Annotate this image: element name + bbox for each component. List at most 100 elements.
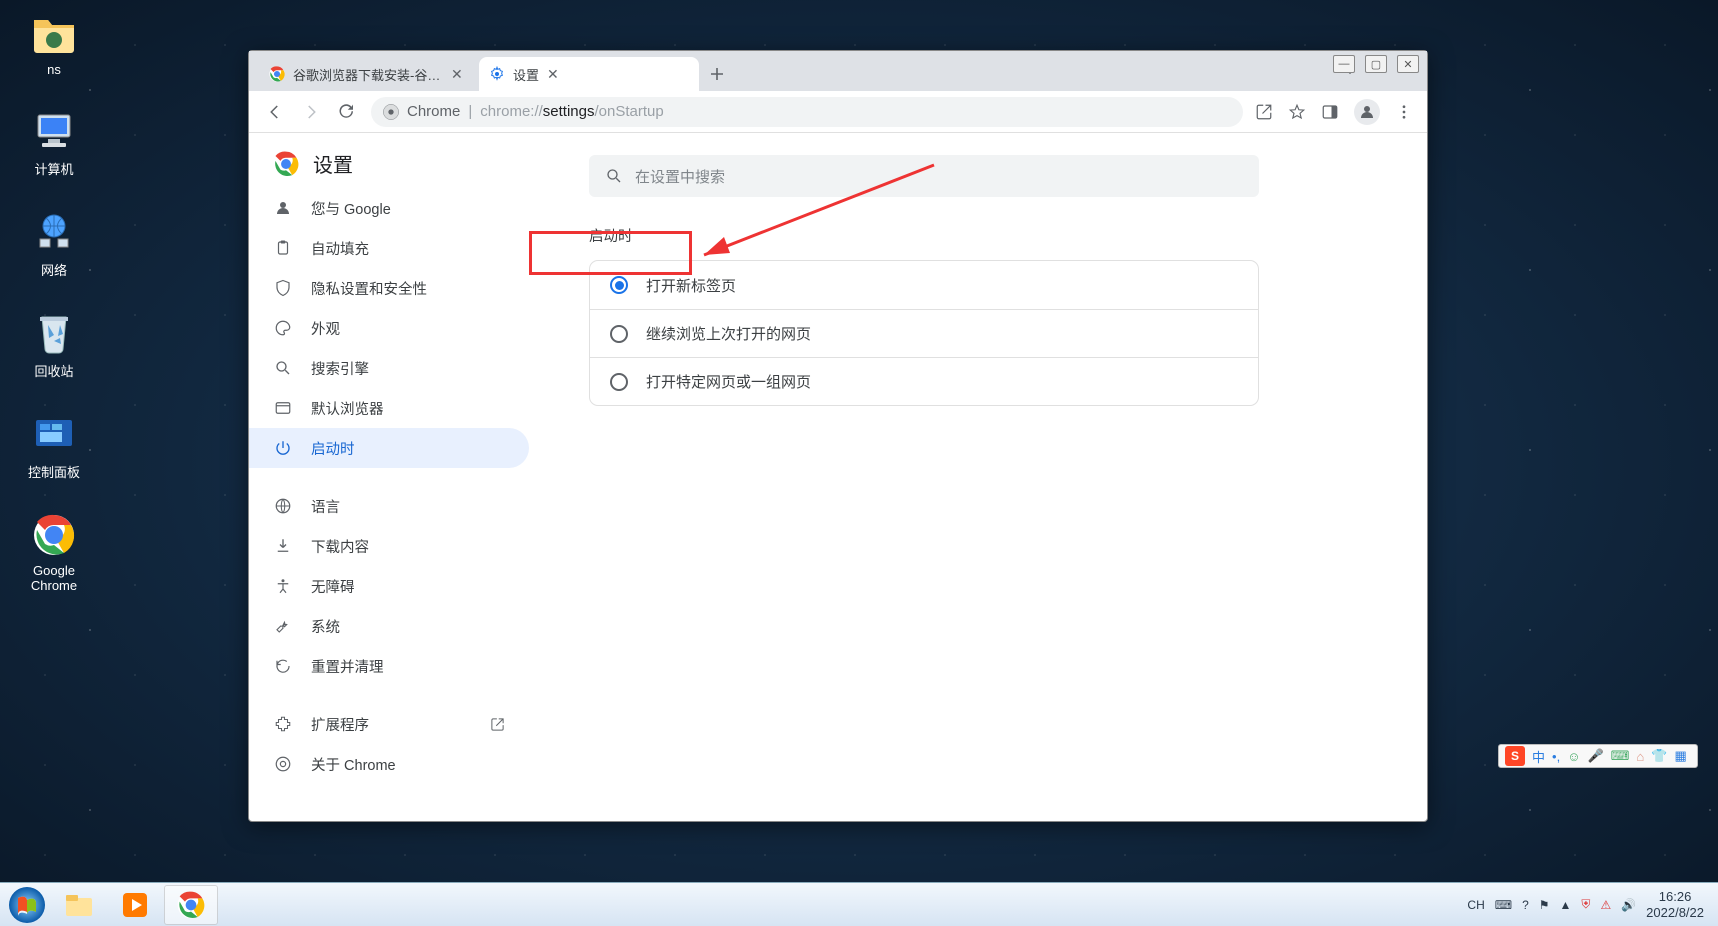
sidebar-item-search[interactable]: 搜索引擎 (249, 348, 529, 388)
browser-icon (273, 399, 293, 417)
desktop-icon-label: 回收站 (34, 361, 73, 380)
new-tab-button[interactable] (703, 60, 731, 88)
sidebar-item-reset[interactable]: 重置并清理 (249, 646, 529, 686)
chrome-outline-icon (273, 755, 293, 773)
desktop-icon-computer[interactable]: 计算机 (10, 107, 98, 178)
ime-tool-icon[interactable]: 👕 (1651, 748, 1667, 764)
ime-lang[interactable]: 中 (1532, 747, 1545, 766)
close-tab-icon[interactable]: ✕ (547, 67, 559, 81)
sidebar-item-autofill[interactable]: 自动填充 (249, 228, 529, 268)
back-button[interactable] (263, 100, 287, 124)
sidebar-item-privacy[interactable]: 隐私设置和安全性 (249, 268, 529, 308)
close-button[interactable]: ✕ (1397, 55, 1419, 73)
sidebar-item-downloads[interactable]: 下载内容 (249, 526, 529, 566)
tray-security-icon[interactable]: ⛨ (1581, 897, 1590, 912)
tray-action-center-icon[interactable]: ⚑ (1539, 898, 1550, 912)
start-button[interactable] (6, 884, 48, 926)
settings-header: 设置 (249, 149, 529, 188)
desktop-icon-label: 计算机 (34, 159, 73, 178)
tray-volume-icon[interactable]: 🔊 (1621, 898, 1636, 912)
download-icon (273, 537, 293, 555)
tray-network-icon[interactable]: ⚠ (1600, 898, 1611, 912)
clipboard-icon (273, 239, 293, 257)
sogou-logo-icon: S (1505, 746, 1525, 766)
taskbar: CH ⌨ ? ⚑ ▲ ⛨ ⚠ 🔊 16:26 2022/8/22 (0, 882, 1718, 926)
share-icon[interactable] (1255, 103, 1273, 121)
sidebar-item-default-browser[interactable]: 默认浏览器 (249, 388, 529, 428)
control-panel-icon (30, 410, 78, 458)
sidebar-item-about[interactable]: 关于 Chrome (249, 744, 529, 784)
tray-help-icon[interactable]: ? (1522, 898, 1529, 912)
sidebar-item-label: 默认浏览器 (311, 398, 384, 419)
sidebar-item-label: 外观 (311, 318, 340, 339)
tray-lang[interactable]: CH (1467, 898, 1484, 912)
chrome-product-icon (383, 104, 399, 120)
side-panel-icon[interactable] (1321, 103, 1339, 121)
radio-icon (610, 325, 628, 343)
ime-smiley-icon[interactable]: ☺ (1567, 749, 1580, 764)
minimize-button[interactable]: — (1333, 55, 1355, 73)
url-input[interactable]: Chrome | chrome://settings/onStartup (371, 97, 1243, 127)
sidebar-item-you-and-google[interactable]: 您与 Google (249, 188, 529, 228)
desktop-icon-chrome[interactable]: Google Chrome (10, 511, 98, 593)
forward-button[interactable] (299, 100, 323, 124)
ime-keyboard-icon[interactable]: ⌨ (1611, 748, 1630, 764)
system-tray: CH ⌨ ? ⚑ ▲ ⛨ ⚠ 🔊 16:26 2022/8/22 (1467, 889, 1712, 920)
ime-skin-icon[interactable]: ⌂ (1636, 749, 1644, 764)
settings-search-input[interactable]: 在设置中搜索 (589, 155, 1259, 197)
option-label: 打开新标签页 (646, 275, 736, 296)
url-prefix: chrome:// (480, 103, 543, 120)
taskbar-media-player[interactable] (108, 885, 162, 925)
chrome-logo-icon (273, 151, 299, 177)
tab-title: 谷歌浏览器下载安装-谷歌浏览器 (293, 65, 443, 84)
sidebar-item-label: 重置并清理 (311, 656, 384, 677)
sidebar-item-label: 系统 (311, 616, 340, 637)
option-label: 打开特定网页或一组网页 (646, 371, 811, 392)
tray-keyboard-icon[interactable]: ⌨ (1495, 898, 1512, 912)
sidebar-item-system[interactable]: 系统 (249, 606, 529, 646)
tab-active[interactable]: 设置 ✕ (479, 57, 699, 91)
settings-favicon-icon (489, 66, 505, 82)
desktop-icon-control-panel[interactable]: 控制面板 (10, 410, 98, 481)
sidebar-item-accessibility[interactable]: 无障碍 (249, 566, 529, 606)
sidebar-item-extensions[interactable]: 扩展程序 (249, 704, 529, 744)
maximize-button[interactable]: ▢ (1365, 55, 1387, 73)
option-specific-pages[interactable]: 打开特定网页或一组网页 (590, 357, 1258, 405)
taskbar-chrome[interactable] (164, 885, 218, 925)
ime-mic-icon[interactable]: 🎤 (1587, 748, 1603, 764)
tab-inactive[interactable]: 谷歌浏览器下载安装-谷歌浏览器 ✕ (259, 57, 479, 91)
close-tab-icon[interactable]: ✕ (451, 67, 463, 81)
sidebar-item-appearance[interactable]: 外观 (249, 308, 529, 348)
sidebar-item-languages[interactable]: 语言 (249, 486, 529, 526)
ime-menu-icon[interactable]: ▦ (1674, 748, 1686, 764)
folder-icon (30, 10, 78, 58)
tray-time: 16:26 (1646, 889, 1704, 905)
desktop-icon-network[interactable]: 网络 (10, 208, 98, 279)
ime-toolbar[interactable]: S 中 •, ☺ 🎤 ⌨ ⌂ 👕 ▦ (1498, 744, 1698, 768)
desktop-icon-ns[interactable]: ns (10, 10, 98, 77)
ime-punct-icon[interactable]: •, (1552, 749, 1560, 764)
person-icon (273, 199, 293, 217)
address-bar: Chrome | chrome://settings/onStartup (249, 91, 1427, 133)
accessibility-icon (273, 577, 293, 595)
taskbar-explorer[interactable] (52, 885, 106, 925)
search-placeholder: 在设置中搜索 (635, 166, 725, 187)
section-title: 启动时 (589, 225, 1367, 246)
kebab-menu-icon[interactable] (1395, 103, 1413, 121)
desktop-icon-label: 控制面板 (28, 462, 80, 481)
sidebar-item-label: 下载内容 (311, 536, 369, 557)
radio-icon (610, 276, 628, 294)
desktop-icon-label: 网络 (41, 260, 67, 279)
option-continue[interactable]: 继续浏览上次打开的网页 (590, 309, 1258, 357)
tray-chevron-icon[interactable]: ▲ (1560, 898, 1572, 912)
tray-clock[interactable]: 16:26 2022/8/22 (1646, 889, 1704, 920)
chrome-favicon-icon (269, 66, 285, 82)
option-new-tab[interactable]: 打开新标签页 (590, 261, 1258, 309)
toolbar-actions (1255, 99, 1413, 125)
reload-button[interactable] (335, 100, 359, 124)
sidebar-item-on-startup[interactable]: 启动时 (249, 428, 529, 468)
bookmark-star-icon[interactable] (1288, 103, 1306, 121)
sidebar-item-label: 搜索引擎 (311, 358, 369, 379)
profile-avatar-icon[interactable] (1354, 99, 1380, 125)
desktop-icon-recycle[interactable]: 回收站 (10, 309, 98, 380)
